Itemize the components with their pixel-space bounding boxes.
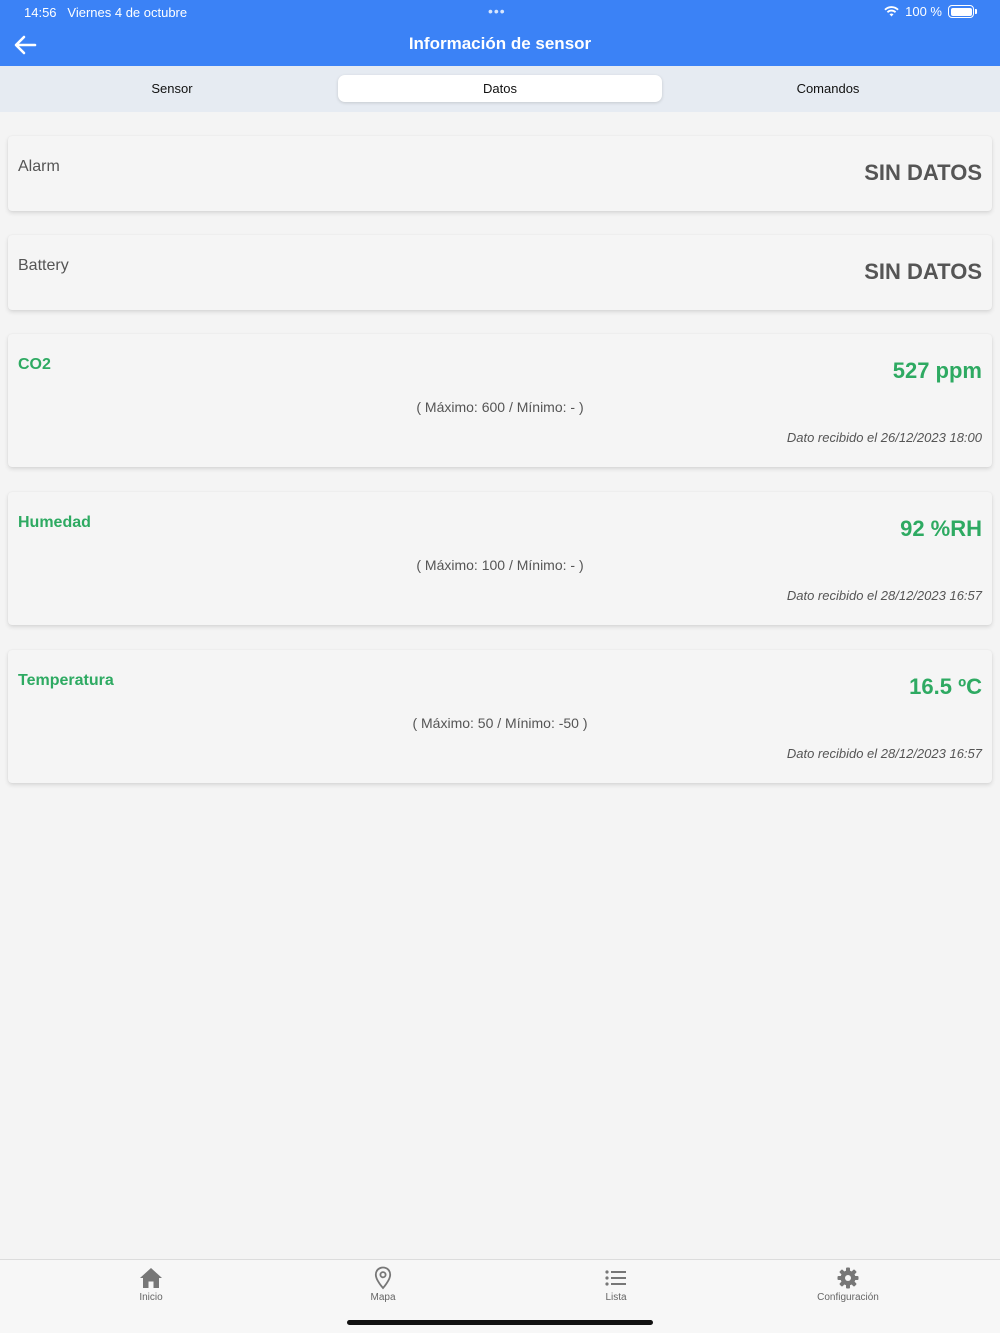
status-indicators: 100 % [884,4,977,19]
sensor-card-humedad: Humedad 92 %RH ( Máximo: 100 / Mínimo: -… [8,492,992,625]
card-timestamp: Dato recibido el 26/12/2023 18:00 [786,430,982,445]
tabbar-label: Mapa [370,1292,396,1303]
card-value: 527 ppm [892,358,982,383]
segmented-tabs: Sensor Datos Comandos [0,66,1000,112]
status-date: Viernes 4 de octubre [67,5,188,20]
card-value: 16.5 ºC [909,674,982,699]
card-range: ( Máximo: 100 / Mínimo: - ) [416,557,584,573]
card-label: Battery [18,257,69,274]
card-range: ( Máximo: 600 / Mínimo: - ) [416,399,584,415]
tab-datos[interactable]: Datos [338,75,662,102]
app-header: 14:56 Viernes 4 de octubre ••• 100 % Inf… [0,0,1000,66]
multitasking-dots-icon[interactable]: ••• [488,3,506,19]
tabbar-item-configuracion[interactable]: Configuración [788,1266,908,1303]
card-label: CO2 [18,356,51,373]
card-value: SIN DATOS [864,160,982,185]
tabbar-item-lista[interactable]: Lista [556,1266,676,1303]
tabbar-label: Inicio [139,1292,163,1303]
card-label: Humedad [18,514,91,531]
card-value: SIN DATOS [864,259,982,284]
card-range: ( Máximo: 50 / Mínimo: -50 ) [412,715,588,731]
map-pin-icon [374,1266,392,1290]
status-bar: 14:56 Viernes 4 de octubre ••• 100 % [0,0,1000,24]
tabbar-label: Configuración [817,1292,879,1303]
tab-sensor[interactable]: Sensor [12,75,332,102]
card-value: 92 %RH [900,516,982,541]
tab-comandos[interactable]: Comandos [668,75,988,102]
card-label: Temperatura [18,672,114,689]
home-indicator[interactable] [347,1320,653,1325]
battery-icon [948,5,977,18]
sensor-card-battery: Battery SIN DATOS [8,235,992,310]
tabbar-label: Lista [605,1292,627,1303]
status-time: 14:56 Viernes 4 de octubre [24,5,188,20]
sensor-card-alarm: Alarm SIN DATOS [8,136,992,211]
tabbar-item-mapa[interactable]: Mapa [323,1266,443,1303]
list-icon [605,1270,626,1286]
card-timestamp: Dato recibido el 28/12/2023 16:57 [786,588,982,603]
sensor-card-temperatura: Temperatura 16.5 ºC ( Máximo: 50 / Mínim… [8,650,992,783]
wifi-icon [884,6,899,17]
sensor-card-co2: CO2 527 ppm ( Máximo: 600 / Mínimo: - ) … [8,334,992,467]
tabbar-item-inicio[interactable]: Inicio [91,1266,211,1303]
battery-percent: 100 % [905,4,942,19]
page-title: Información de sensor [408,34,592,53]
card-timestamp: Dato recibido el 28/12/2023 16:57 [786,746,982,761]
home-icon [140,1268,162,1288]
card-label: Alarm [18,158,60,175]
gear-icon [837,1267,859,1289]
